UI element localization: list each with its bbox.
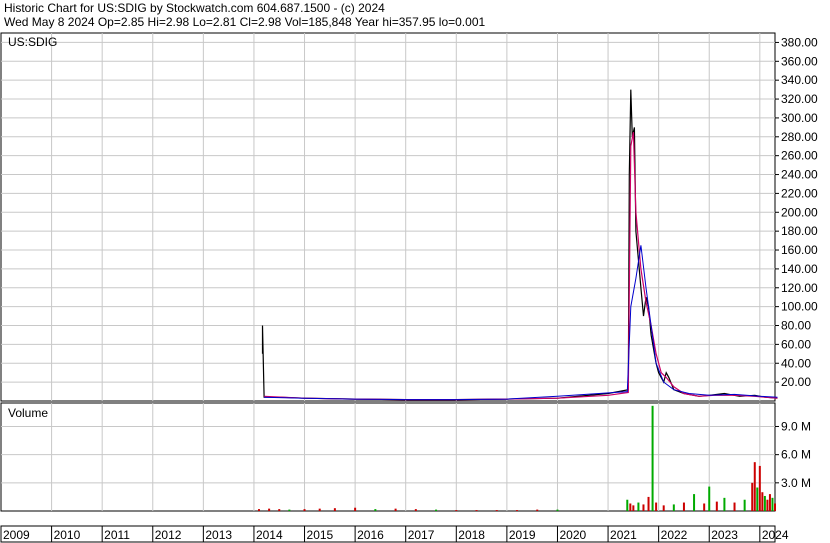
- x-axis-year-label: 2023: [711, 528, 738, 542]
- price-y-tick-label: 280.00: [781, 130, 818, 144]
- volume-bar: [303, 509, 306, 511]
- volume-bar: [394, 508, 397, 511]
- volume-bar: [771, 497, 774, 511]
- x-axis-year-label: 2011: [104, 528, 130, 542]
- volume-bar: [642, 504, 645, 511]
- volume-bar: [753, 462, 756, 511]
- volume-bar: [733, 502, 736, 511]
- volume-bar: [743, 499, 746, 511]
- volume-y-tick-label: 3.0 M: [781, 476, 811, 490]
- price-y-tick-label: 160.00: [781, 243, 818, 257]
- volume-bar: [715, 501, 718, 511]
- x-axis-year-label: 2016: [357, 528, 384, 542]
- volume-y-axis: 9.0 M 6.0 M 3.0 M: [775, 419, 811, 490]
- x-axis-year-label: 2024: [762, 528, 789, 542]
- volume-bar: [647, 496, 650, 511]
- volume-bar: [708, 486, 711, 511]
- volume-bar: [761, 492, 764, 511]
- price-y-tick-label: 40.00: [781, 356, 811, 370]
- volume-bar: [662, 505, 665, 511]
- volume-bar: [626, 499, 629, 511]
- volume-bar: [556, 509, 559, 511]
- volume-bar: [278, 509, 281, 511]
- price-y-tick-label: 180.00: [781, 224, 818, 238]
- price-y-axis: 380.00 360.00 340.00 320.00 300.00 280.00 260.…: [775, 35, 818, 389]
- price-y-tick-label: 300.00: [781, 111, 818, 125]
- volume-bar: [751, 482, 754, 511]
- volume-bar: [774, 503, 776, 511]
- volume-bar: [682, 502, 685, 511]
- volume-bar: [758, 465, 761, 511]
- volume-bar: [455, 510, 458, 511]
- x-axis-year-label: 2020: [559, 528, 586, 542]
- volume-bar: [354, 507, 357, 511]
- price-y-tick-label: 360.00: [781, 54, 818, 68]
- volume-bar: [536, 509, 539, 511]
- x-axis-year-label: 2009: [3, 528, 30, 542]
- price-panel: 380.00 360.00 340.00 320.00 300.00 280.00 260.…: [0, 32, 818, 402]
- volume-bar: [374, 509, 377, 511]
- price-y-tick-label: 380.00: [781, 35, 818, 49]
- price-y-tick-label: 20.00: [781, 375, 811, 389]
- price-y-tick-label: 60.00: [781, 337, 811, 351]
- volume-bar: [651, 405, 654, 511]
- volume-panel-title: Volume: [8, 406, 48, 420]
- x-axis-year-label: 2010: [54, 528, 81, 542]
- volume-bar: [763, 495, 766, 511]
- volume-bar: [766, 499, 769, 511]
- volume-bar: [629, 503, 632, 511]
- chart-canvas: 380.00 360.00 340.00 320.00 300.00 280.00 260.…: [0, 32, 818, 543]
- price-y-tick-label: 220.00: [781, 186, 818, 200]
- volume-bar: [318, 508, 321, 511]
- volume-bar: [288, 509, 291, 511]
- volume-bar: [632, 505, 635, 511]
- volume-bar: [495, 510, 498, 511]
- volume-bar: [723, 497, 726, 511]
- volume-bar: [268, 508, 271, 511]
- price-y-tick-label: 260.00: [781, 149, 818, 163]
- volume-bar: [475, 510, 478, 511]
- volume-y-tick-label: 9.0 M: [781, 419, 811, 433]
- x-axis-year-label: 2018: [458, 528, 485, 542]
- x-axis-year-label: 2013: [205, 528, 232, 542]
- price-y-tick-label: 320.00: [781, 92, 818, 106]
- chart-window: Historic Chart for US:SDIG by Stockwatch…: [0, 0, 830, 543]
- volume-bar: [672, 504, 675, 511]
- x-axis-year-label: 2015: [307, 528, 334, 542]
- volume-bar: [435, 509, 438, 511]
- volume-bar: [756, 487, 759, 511]
- volume-bar: [693, 494, 696, 511]
- x-axis-year-label: 2012: [155, 528, 182, 542]
- volume-panel: 9.0 M 6.0 M 3.0 M Volume: [0, 402, 811, 512]
- volume-bar: [333, 508, 336, 511]
- price-y-tick-label: 200.00: [781, 205, 818, 219]
- volume-bar: [655, 502, 658, 511]
- price-y-tick-label: 340.00: [781, 73, 818, 87]
- price-y-tick-label: 140.00: [781, 262, 818, 276]
- x-axis-year-label: 2014: [256, 528, 283, 542]
- x-axis-year-label: 2021: [610, 528, 637, 542]
- x-axis-year-label: 2022: [661, 528, 688, 542]
- price-panel-title: US:SDIG: [8, 35, 57, 49]
- volume-bar: [703, 503, 706, 511]
- price-y-tick-label: 100.00: [781, 300, 818, 314]
- x-axis-year-label: 2017: [408, 528, 435, 542]
- volume-bar: [637, 502, 640, 511]
- price-y-tick-label: 240.00: [781, 168, 818, 182]
- volume-bar: [768, 494, 771, 511]
- price-y-tick-label: 120.00: [781, 281, 818, 295]
- volume-bar: [516, 510, 518, 511]
- volume-y-tick-label: 6.0 M: [781, 448, 811, 462]
- volume-bar: [414, 509, 417, 511]
- price-y-tick-label: 80.00: [781, 319, 811, 333]
- volume-bar: [258, 509, 260, 511]
- x-axis: 2009 2010 2011 2012 2013 2014 2015 2016 2017 2018…: [0, 525, 789, 543]
- x-axis-year-label: 2019: [509, 528, 536, 542]
